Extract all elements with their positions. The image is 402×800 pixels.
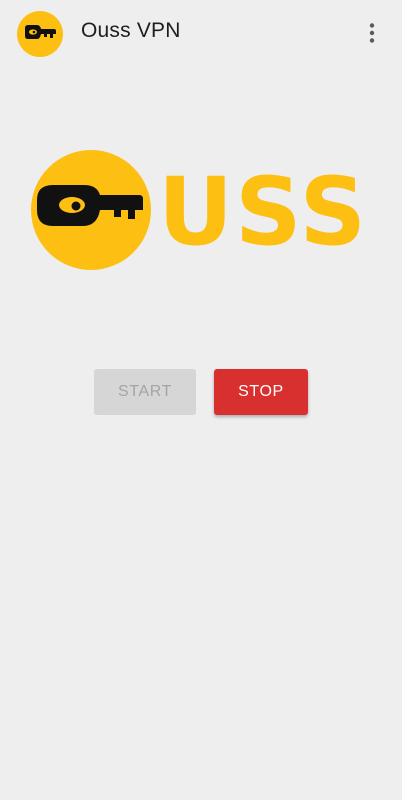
app-screen: Ouss VPN USS START STOP xyxy=(0,0,402,800)
more-vert-icon[interactable] xyxy=(362,22,382,44)
logo-text: USS xyxy=(158,158,368,267)
ouss-key-logo-icon xyxy=(17,11,63,57)
key-circle-icon xyxy=(31,150,151,270)
start-button[interactable]: START xyxy=(94,369,196,415)
app-bar: Ouss VPN xyxy=(0,0,402,66)
ouss-logo: USS xyxy=(31,150,368,270)
stop-button[interactable]: STOP xyxy=(214,369,308,415)
app-title: Ouss VPN xyxy=(81,19,181,42)
